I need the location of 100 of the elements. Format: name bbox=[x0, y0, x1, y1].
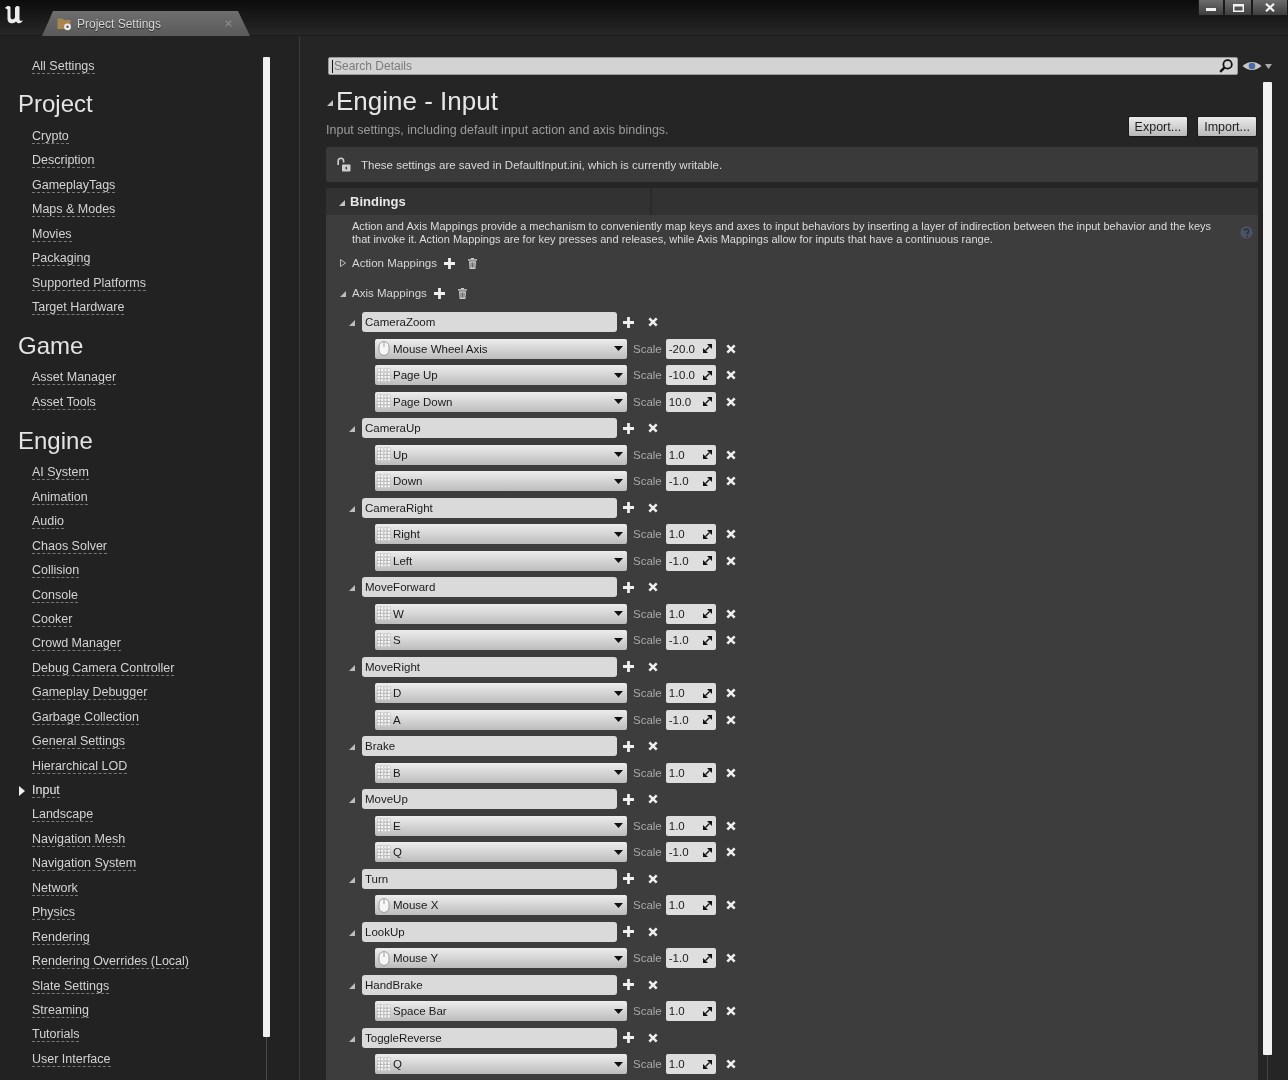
trash-icon[interactable] bbox=[457, 287, 467, 299]
sidebar-link[interactable]: Rendering Overrides (Local) bbox=[32, 954, 189, 970]
sidebar-link[interactable]: Movies bbox=[32, 226, 72, 242]
key-dropdown[interactable]: Space Bar bbox=[375, 1001, 627, 1021]
key-dropdown[interactable]: Page Up bbox=[375, 365, 627, 385]
sidebar-link[interactable]: Navigation System bbox=[32, 856, 137, 872]
tab[interactable]: Project Settings bbox=[42, 11, 250, 36]
cross-icon[interactable] bbox=[725, 343, 736, 354]
cross-icon[interactable] bbox=[648, 582, 658, 592]
sidebar-link[interactable]: Gameplay Debugger bbox=[32, 685, 148, 701]
axis-name-field[interactable]: CameraRight bbox=[362, 497, 617, 518]
key-dropdown[interactable]: D bbox=[375, 683, 627, 703]
cross-icon[interactable] bbox=[648, 661, 658, 672]
expanded-arrow-icon[interactable] bbox=[349, 795, 355, 803]
sidebar-link[interactable]: Maps & Modes bbox=[32, 202, 116, 218]
sidebar-link[interactable]: Rendering bbox=[32, 929, 90, 945]
cross-icon[interactable] bbox=[725, 714, 736, 725]
scale-field[interactable]: 10.0 bbox=[665, 391, 716, 412]
sidebar-link[interactable]: Supported Platforms bbox=[32, 275, 146, 291]
sidebar-link[interactable]: GameplayTags bbox=[32, 177, 116, 193]
expanded-arrow-icon[interactable] bbox=[349, 583, 355, 591]
collapsed-arrow-icon[interactable] bbox=[340, 259, 346, 267]
sidebar-link[interactable]: Asset Tools bbox=[32, 394, 96, 410]
sidebar-link[interactable]: Audio bbox=[32, 514, 64, 530]
cross-icon[interactable] bbox=[648, 1032, 658, 1043]
sidebar-link[interactable]: Debug Camera Controller bbox=[32, 660, 175, 676]
cross-icon[interactable] bbox=[725, 529, 736, 539]
axis-name-field[interactable]: LookUp bbox=[362, 921, 617, 942]
cross-icon[interactable] bbox=[725, 476, 736, 486]
cross-icon[interactable] bbox=[725, 396, 736, 407]
key-dropdown[interactable]: Mouse X bbox=[375, 895, 627, 915]
sidebar-link[interactable]: Input bbox=[32, 783, 60, 798]
scale-field[interactable]: 1.0 bbox=[665, 444, 716, 465]
sidebar-link[interactable]: Animation bbox=[32, 489, 88, 505]
cross-icon[interactable] bbox=[725, 688, 736, 698]
cross-icon[interactable] bbox=[725, 847, 736, 857]
plus-icon[interactable] bbox=[623, 661, 634, 672]
minimize-button[interactable] bbox=[1198, 0, 1224, 16]
scale-field[interactable]: -1.0 bbox=[665, 630, 716, 650]
cross-icon[interactable] bbox=[648, 423, 658, 433]
cross-icon[interactable] bbox=[725, 900, 736, 910]
cross-icon[interactable] bbox=[725, 555, 736, 566]
plus-icon[interactable] bbox=[623, 793, 634, 805]
sidebar-link[interactable]: Navigation Mesh bbox=[32, 831, 126, 847]
scale-field[interactable]: 1.0 bbox=[665, 815, 716, 836]
key-dropdown[interactable]: A bbox=[375, 709, 627, 730]
cross-icon[interactable] bbox=[648, 502, 658, 513]
axis-name-field[interactable]: CameraUp bbox=[362, 418, 617, 438]
sidebar-link[interactable]: Tutorials bbox=[32, 1027, 80, 1043]
key-dropdown[interactable]: Q bbox=[375, 842, 627, 862]
cross-icon[interactable] bbox=[648, 794, 658, 804]
plus-icon[interactable] bbox=[623, 581, 634, 593]
scale-field[interactable]: 1.0 bbox=[665, 683, 716, 703]
key-dropdown[interactable]: Down bbox=[375, 471, 627, 491]
key-dropdown[interactable]: Up bbox=[375, 444, 627, 465]
key-dropdown[interactable]: S bbox=[375, 630, 627, 650]
expanded-arrow-icon[interactable] bbox=[349, 742, 355, 750]
axis-name-field[interactable]: MoveUp bbox=[362, 789, 617, 809]
cross-icon[interactable] bbox=[725, 820, 736, 831]
cross-icon[interactable] bbox=[648, 873, 658, 884]
scale-field[interactable]: -1.0 bbox=[665, 842, 716, 862]
cross-icon[interactable] bbox=[725, 635, 736, 645]
cross-icon[interactable] bbox=[648, 979, 658, 990]
axis-name-field[interactable]: Brake bbox=[362, 736, 617, 756]
import-button[interactable]: Import... bbox=[1197, 116, 1257, 137]
axis-name-field[interactable]: MoveForward bbox=[362, 577, 617, 597]
sidebar-link[interactable]: Asset Manager bbox=[32, 370, 117, 386]
cross-icon[interactable] bbox=[725, 1059, 736, 1069]
plus-icon[interactable] bbox=[623, 873, 634, 884]
sidebar-link[interactable]: User Interface bbox=[32, 1051, 111, 1067]
sidebar-link[interactable]: Crowd Manager bbox=[32, 636, 121, 652]
sidebar-link[interactable]: Collision bbox=[32, 563, 80, 579]
key-dropdown[interactable]: Left bbox=[375, 550, 627, 571]
scale-field[interactable]: -1.0 bbox=[665, 471, 716, 491]
plus-icon[interactable] bbox=[623, 422, 634, 434]
scale-field[interactable]: 1.0 bbox=[665, 1001, 716, 1021]
plus-icon[interactable] bbox=[623, 740, 634, 752]
scrollbar-thumb[interactable] bbox=[263, 57, 270, 1037]
sidebar-link[interactable]: Description bbox=[32, 153, 95, 169]
sidebar-link[interactable]: Landscape bbox=[32, 807, 94, 823]
cross-icon[interactable] bbox=[648, 741, 658, 751]
axis-name-field[interactable]: ToggleReverse bbox=[362, 1027, 617, 1048]
plus-icon[interactable] bbox=[623, 926, 634, 937]
maximize-button[interactable] bbox=[1224, 0, 1252, 16]
scale-field[interactable]: 1.0 bbox=[665, 762, 716, 783]
scale-field[interactable]: -10.0 bbox=[665, 365, 716, 385]
sidebar-link[interactable]: Cooker bbox=[32, 611, 73, 627]
sidebar-link[interactable]: Target Hardware bbox=[32, 300, 125, 315]
key-dropdown[interactable]: E bbox=[375, 815, 627, 836]
cross-icon[interactable] bbox=[725, 608, 736, 619]
sidebar-link[interactable]: General Settings bbox=[32, 734, 126, 750]
scrollbar-thumb[interactable] bbox=[1263, 82, 1272, 1055]
sidebar-link[interactable]: Streaming bbox=[32, 1002, 89, 1018]
key-dropdown[interactable]: Right bbox=[375, 524, 627, 544]
key-dropdown[interactable]: Q bbox=[375, 1054, 627, 1074]
plus-icon[interactable] bbox=[623, 316, 634, 328]
scale-field[interactable]: 1.0 bbox=[665, 1054, 716, 1074]
scale-field[interactable]: 1.0 bbox=[665, 603, 716, 624]
cross-icon[interactable] bbox=[725, 767, 736, 778]
axis-name-field[interactable]: HandBrake bbox=[362, 974, 617, 995]
